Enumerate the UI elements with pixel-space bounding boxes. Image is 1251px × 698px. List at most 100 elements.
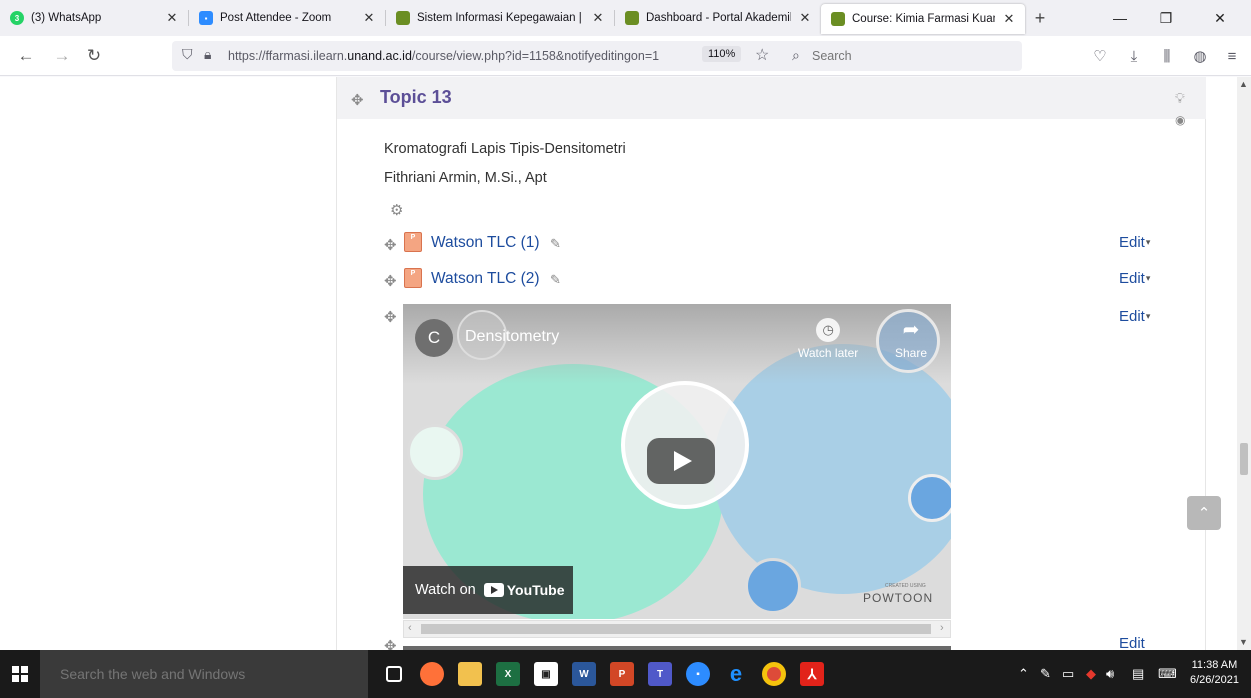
close-icon[interactable]: ✕ — [590, 10, 606, 26]
url-text[interactable]: https://ffarmasi.ilearn.unand.ac.id/cour… — [228, 49, 659, 63]
acrobat-icon[interactable]: ⅄ — [800, 662, 824, 686]
search-box[interactable]: ⌕ — [782, 41, 1022, 71]
created-using-label: CREATED USING — [885, 583, 926, 589]
store-icon[interactable]: ▣ — [534, 662, 558, 686]
share-button[interactable]: ➦ Share — [895, 318, 927, 360]
taskbar-search[interactable] — [40, 650, 368, 698]
play-button[interactable] — [647, 438, 715, 484]
watch-later-button[interactable]: ◷ Watch later — [798, 318, 858, 360]
close-icon[interactable]: ✕ — [361, 10, 377, 26]
keyboard-icon[interactable]: ⌨ — [1158, 666, 1177, 682]
firefox-icon[interactable] — [420, 662, 444, 686]
tab-whatsapp[interactable]: 3 (3) WhatsApp ✕ — [0, 2, 188, 34]
move-icon[interactable]: ✥ — [384, 236, 397, 254]
file-explorer-icon[interactable] — [458, 662, 482, 686]
move-icon[interactable]: ✥ — [384, 272, 397, 290]
move-icon[interactable]: ✥ — [384, 308, 397, 326]
word-icon[interactable]: W — [572, 662, 596, 686]
volume-icon[interactable]: 🔊︎ — [1106, 666, 1114, 682]
tab-zoom[interactable]: ▪ Post Attendee - Zoom ✕ — [189, 2, 385, 34]
start-button[interactable] — [0, 650, 40, 698]
horizontal-scrollbar[interactable]: ‹ › — [403, 620, 951, 638]
close-icon[interactable]: ✕ — [164, 10, 180, 26]
pencil-icon[interactable]: ✎ — [550, 236, 561, 252]
tab-strip: 3 (3) WhatsApp ✕ ▪ Post Attendee - Zoom … — [0, 0, 1251, 36]
taskbar-search-input[interactable] — [60, 664, 350, 684]
unand-icon — [396, 11, 410, 25]
edit-menu[interactable]: Edit — [1119, 635, 1145, 650]
move-icon[interactable]: ✥ — [351, 91, 364, 109]
close-window-button[interactable]: ✕ — [1197, 0, 1243, 36]
pocket-icon[interactable]: ♡ — [1088, 44, 1112, 68]
pen-icon[interactable]: ✎ — [1040, 666, 1051, 682]
search-input[interactable] — [812, 46, 1012, 66]
scroll-right-icon[interactable]: › — [940, 622, 944, 634]
channel-avatar[interactable]: C — [415, 319, 453, 357]
battery-icon[interactable]: ▭ — [1062, 666, 1074, 682]
scroll-down-icon[interactable]: ▼ — [1239, 637, 1248, 647]
blue-circle — [908, 474, 951, 522]
topic-title[interactable]: Topic 13 — [380, 87, 452, 108]
tab-title: (3) WhatsApp — [31, 12, 102, 24]
zoom-level[interactable]: 110% — [702, 46, 742, 62]
edit-menu[interactable]: Edit▾ — [1119, 270, 1150, 287]
gear-icon[interactable]: ⚙ — [390, 201, 403, 219]
page-content: ✥ Topic 13 💡︎ ◉ Kromatografi Lapis Tipis… — [0, 77, 1237, 650]
forward-button[interactable]: → — [50, 44, 74, 68]
move-icon[interactable]: ✥ — [384, 637, 397, 650]
caret-down-icon: ▾ — [1145, 237, 1151, 247]
activity-link[interactable]: Watson TLC (1) — [431, 234, 540, 252]
youtube-embed[interactable]: C Densitometry ◷ Watch later ➦ Share Wat… — [403, 304, 951, 619]
task-view-icon[interactable] — [386, 666, 402, 682]
close-icon[interactable]: ✕ — [1001, 11, 1017, 27]
lock-icon[interactable]: 🔒︎ — [204, 46, 211, 63]
edge-icon[interactable]: e — [724, 661, 748, 686]
powtoon-label: POWTOON — [863, 591, 934, 605]
edit-menu[interactable]: Edit▾ — [1119, 234, 1150, 251]
scroll-up-icon[interactable]: ▲ — [1239, 79, 1248, 89]
video-title[interactable]: Densitometry — [465, 328, 559, 346]
clock-time: 11:38 AM — [1191, 659, 1238, 671]
shield-icon[interactable]: ⛉ — [182, 46, 193, 63]
watch-on-youtube-button[interactable]: Watch on YouTube — [403, 566, 573, 614]
edit-menu[interactable]: Edit▾ — [1119, 308, 1150, 325]
tab-course-kimia[interactable]: Course: Kimia Farmasi Kuantita ✕ — [821, 4, 1025, 34]
url-prefix: https://ffarmasi.ilearn. — [228, 49, 348, 63]
chevron-up-icon[interactable]: ⌃ — [1018, 666, 1029, 682]
bookmark-star-icon[interactable]: ☆ — [755, 45, 769, 65]
taskbar-clock[interactable]: 11:38 AM 6/26/2021 — [1190, 658, 1239, 688]
close-icon[interactable]: ✕ — [797, 10, 813, 26]
tab-portal-akademik[interactable]: Dashboard - Portal Akademik U ✕ — [615, 2, 821, 34]
vertical-scrollbar[interactable]: ▲ ▼ — [1237, 77, 1251, 650]
powerpoint-file-icon: P — [404, 232, 422, 252]
chrome-icon[interactable] — [762, 662, 786, 686]
alert-icon[interactable]: ◆ — [1086, 666, 1096, 682]
excel-icon[interactable]: X — [496, 662, 520, 686]
powerpoint-icon[interactable]: P — [610, 662, 634, 686]
menu-icon[interactable]: ≡ — [1220, 44, 1244, 68]
zoom-app-icon[interactable]: ▪ — [686, 662, 710, 686]
blue-circle — [745, 558, 801, 614]
tab-kepegawaian[interactable]: Sistem Informasi Kepegawaian | ✕ — [386, 2, 614, 34]
scroll-left-icon[interactable]: ‹ — [408, 622, 412, 634]
restore-button[interactable]: ❐ — [1143, 0, 1189, 36]
notification-icon[interactable]: ▤ — [1132, 666, 1144, 682]
teams-icon[interactable]: T — [648, 662, 672, 686]
reload-button[interactable]: ↻ — [82, 44, 106, 68]
library-icon[interactable]: ⫼ — [1155, 44, 1179, 68]
globe-icon[interactable]: ◍ — [1188, 44, 1212, 68]
scroll-to-top-button[interactable]: ⌃ — [1187, 496, 1221, 530]
minimize-button[interactable]: — — [1097, 0, 1143, 36]
scrollbar-thumb[interactable] — [421, 624, 931, 634]
clock-date: 6/26/2021 — [1190, 674, 1239, 686]
scrollbar-thumb[interactable] — [1240, 443, 1248, 475]
download-icon[interactable]: ⤓ — [1122, 44, 1146, 68]
pencil-icon[interactable]: ✎ — [550, 272, 561, 288]
course-section: ✥ Topic 13 💡︎ ◉ Kromatografi Lapis Tipis… — [336, 77, 1207, 650]
back-button[interactable]: ← — [14, 44, 38, 68]
eye-icon[interactable]: ◉ — [1175, 113, 1185, 127]
new-tab-button[interactable]: + — [1025, 2, 1055, 34]
share-icon: ➦ — [902, 319, 920, 341]
lightbulb-icon[interactable]: 💡︎ — [1175, 90, 1185, 107]
activity-link[interactable]: Watson TLC (2) — [431, 270, 540, 288]
